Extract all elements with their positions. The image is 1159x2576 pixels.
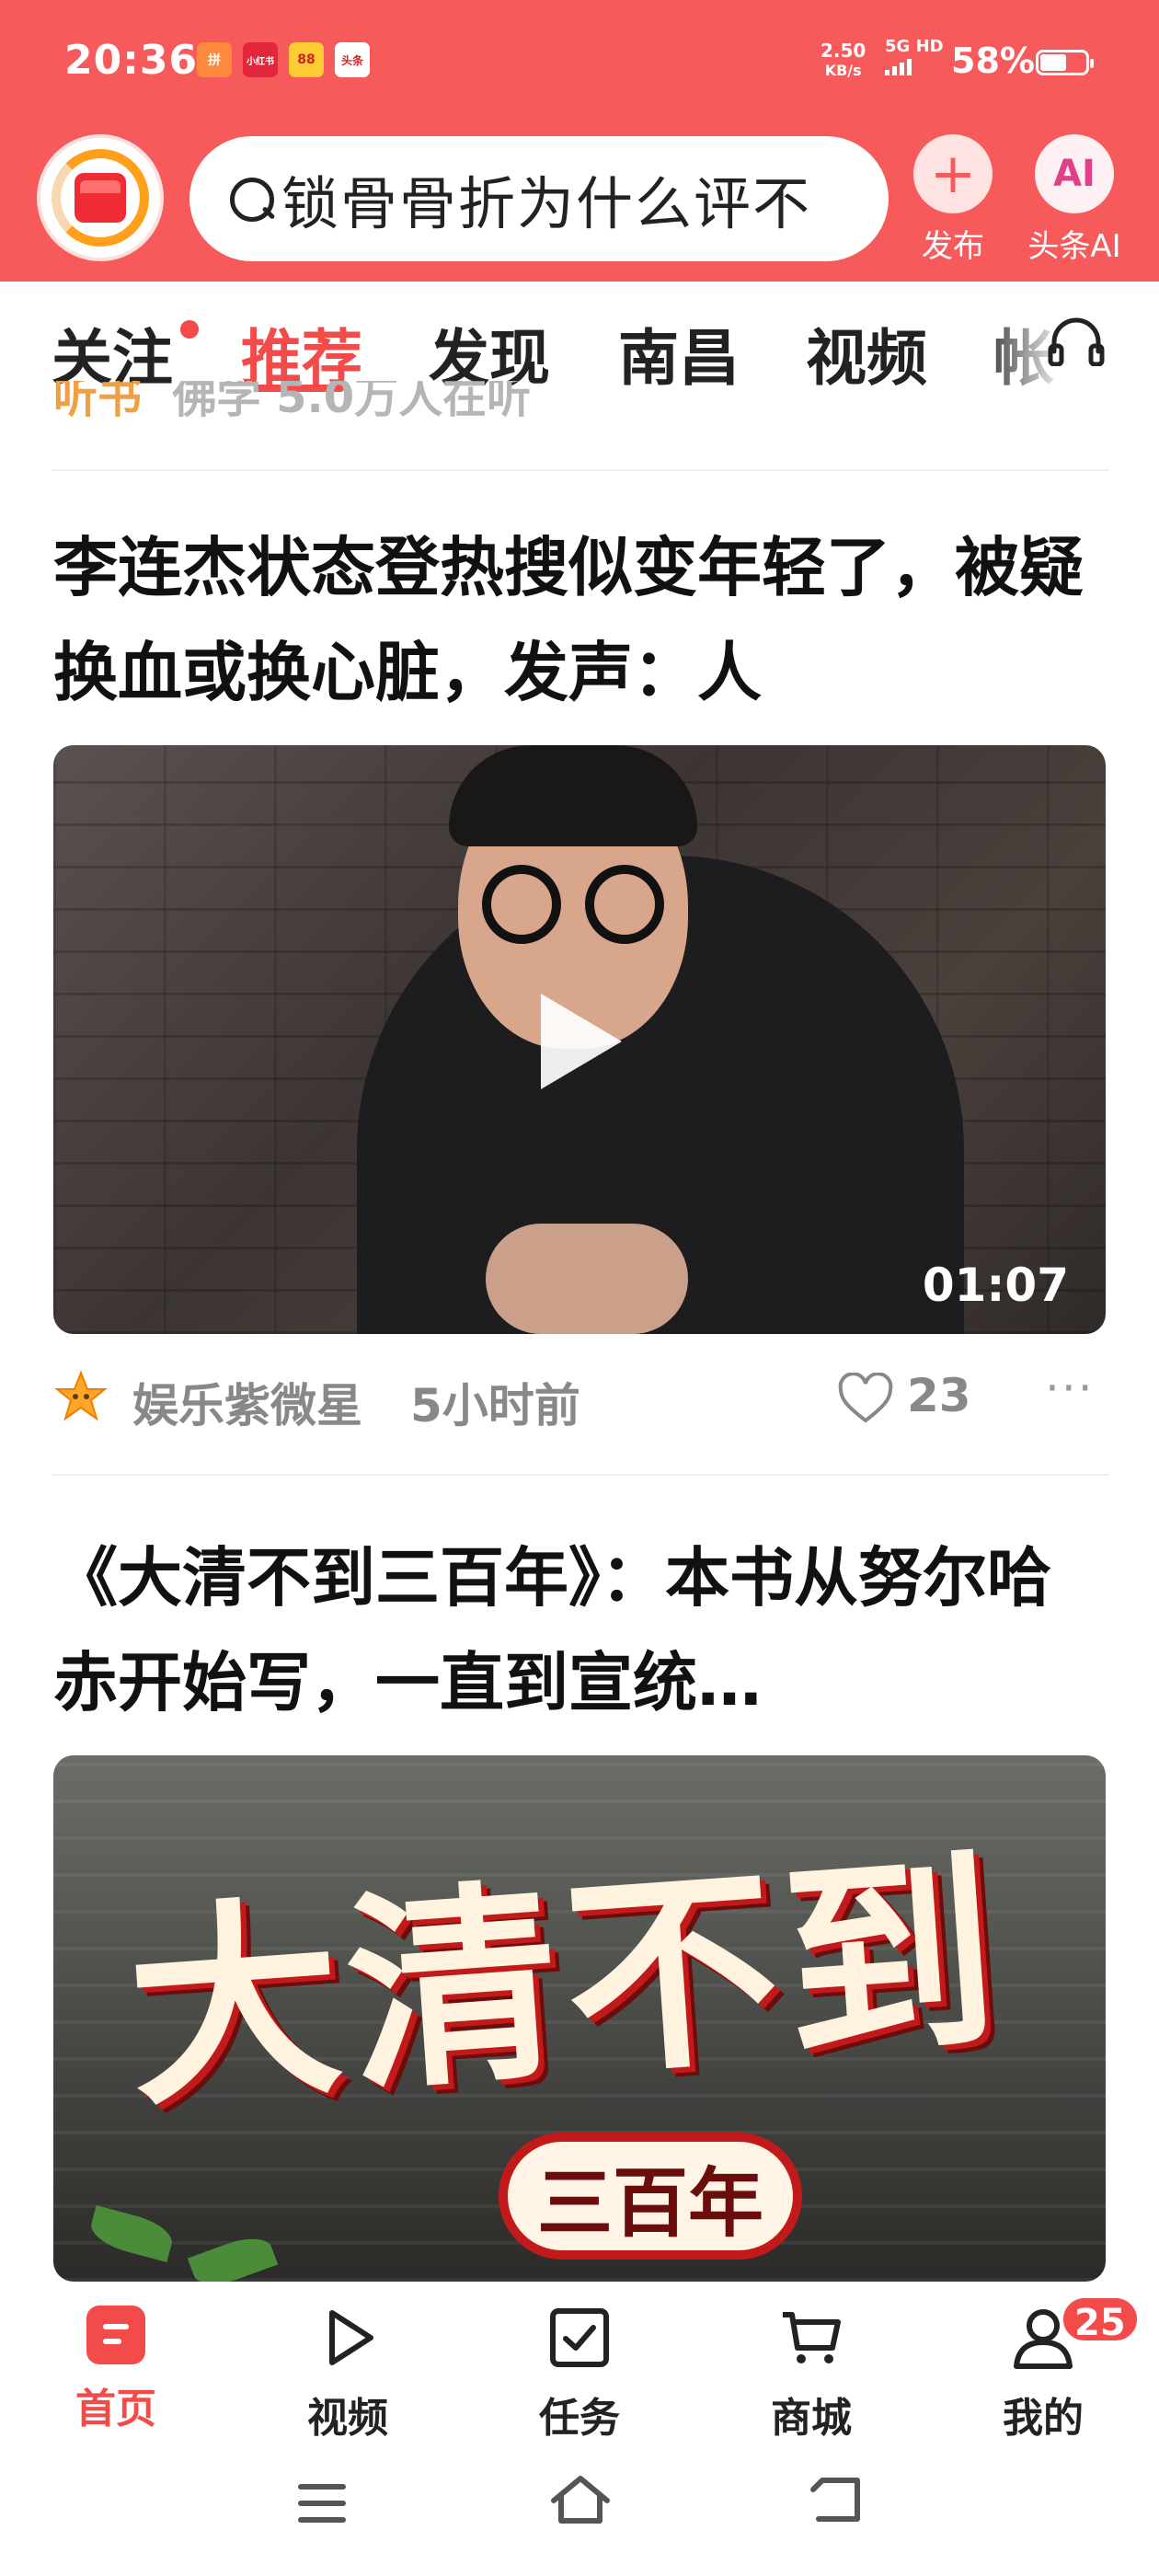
heart-icon[interactable] xyxy=(837,1373,894,1426)
cover-badge-text: 三百年 xyxy=(499,2133,802,2260)
star-avatar-icon[interactable] xyxy=(53,1369,109,1424)
battery-percent: 58% xyxy=(951,40,1035,81)
follow-unread-dot xyxy=(180,320,199,339)
search-suggestion[interactable]: 锁骨骨折为什么评不 xyxy=(281,157,811,240)
video-duration: 01:07 xyxy=(922,1259,1069,1312)
toutiao-ai-label: 头条AI xyxy=(1027,228,1121,265)
checkbox-icon xyxy=(550,2308,609,2367)
previous-item-text: 听书 佛学 5.0万人在听 xyxy=(53,381,1111,418)
signal-icon: 5G HD xyxy=(885,39,944,75)
glasses-right xyxy=(585,865,664,944)
battery-icon xyxy=(1036,50,1094,75)
notification-icons: 拼 小红书 88 头条 xyxy=(197,42,370,77)
nav-home-label: 首页 xyxy=(75,2386,156,2432)
article-cover-image[interactable]: 大清不到 三百年 xyxy=(53,1755,1106,2282)
glasses-left xyxy=(482,865,561,944)
app-header: 20:36 拼 小红书 88 头条 2.50 KB/s 5G HD 58% 锁骨… xyxy=(0,0,1159,282)
play-outline-icon xyxy=(329,2310,373,2365)
xiaohongshu-notification-icon: 小红书 xyxy=(243,42,278,77)
article-meta: 娱乐紫微星 5小时前 23 ··· xyxy=(53,1362,1111,1435)
plus-icon: + xyxy=(913,134,993,213)
profile-notification-badge: 25 xyxy=(1060,2294,1141,2344)
network-speed: 2.50 KB/s xyxy=(820,40,866,81)
publish-button[interactable]: + 发布 xyxy=(898,134,1008,266)
pinduoduo-notification-icon: 拼 xyxy=(197,42,232,77)
person-hair xyxy=(449,745,697,846)
person-hands xyxy=(486,1224,688,1334)
taobao-notification-icon: 88 xyxy=(289,42,324,77)
feed-divider xyxy=(52,1474,1109,1476)
status-bar: 20:36 拼 小红书 88 头条 2.50 KB/s 5G HD 58% xyxy=(0,0,1159,129)
app-logo-icon[interactable] xyxy=(37,134,164,261)
nav-tasks-label: 任务 xyxy=(539,2395,620,2442)
feed-divider xyxy=(52,469,1109,471)
peek-meta: 佛学 5.0万人在听 xyxy=(172,381,532,418)
status-time: 20:36 xyxy=(64,37,199,84)
video-thumbnail[interactable]: 01:07 xyxy=(53,745,1106,1334)
toutiao-notification-icon: 头条 xyxy=(335,42,370,77)
signal-bars-icon xyxy=(885,59,944,75)
more-options-icon[interactable]: ··· xyxy=(1045,1362,1095,1415)
back-icon[interactable] xyxy=(809,2475,865,2526)
article-time: 5小时前 xyxy=(410,1379,580,1432)
network-speed-value: 2.50 xyxy=(820,40,866,62)
nav-mall-label: 商城 xyxy=(771,2395,852,2442)
menu-icon[interactable] xyxy=(296,2480,348,2526)
play-icon[interactable] xyxy=(541,994,622,1089)
previous-item-peek[interactable]: 听书 佛学 5.0万人在听 xyxy=(53,381,1111,418)
publish-label: 发布 xyxy=(922,228,984,265)
network-speed-unit: KB/s xyxy=(824,62,862,79)
toutiao-ai-button[interactable]: AI 头条AI xyxy=(1019,134,1130,266)
article-title[interactable]: 李连杰状态登热搜似变年轻了，被疑换血或换心脏，发声：人 xyxy=(53,515,1111,725)
search-bar[interactable]: 锁骨骨折为什么评不 xyxy=(189,136,889,261)
ai-icon: AI xyxy=(1035,134,1114,213)
peek-title: 听书 xyxy=(53,381,143,418)
article-source[interactable]: 娱乐紫微星 xyxy=(132,1369,362,1435)
nav-profile-label: 我的 xyxy=(1003,2395,1084,2442)
nav-tasks[interactable]: 任务 xyxy=(506,2306,653,2444)
nav-video-label: 视频 xyxy=(307,2395,388,2442)
like-count: 23 xyxy=(907,1369,971,1422)
system-nav-bar xyxy=(0,2445,1159,2576)
nav-mall[interactable]: 商城 xyxy=(738,2306,885,2444)
headphones-icon[interactable] xyxy=(1047,315,1106,366)
nav-video[interactable]: 视频 xyxy=(274,2306,421,2444)
home-icon xyxy=(86,2306,145,2364)
cover-title-text: 大清不到 xyxy=(120,1827,1012,2136)
cart-icon xyxy=(783,2312,841,2363)
nav-home[interactable]: 首页 xyxy=(42,2306,189,2434)
home-button-icon[interactable] xyxy=(548,2473,613,2528)
search-icon xyxy=(226,174,276,224)
network-type: 5G HD xyxy=(885,37,944,56)
bottom-nav: 首页 视频 任务 商城 我的 xyxy=(0,2283,1159,2445)
article-title[interactable]: 《大清不到三百年》：本书从努尔哈赤开始写，一直到宣统… xyxy=(53,1525,1111,1735)
